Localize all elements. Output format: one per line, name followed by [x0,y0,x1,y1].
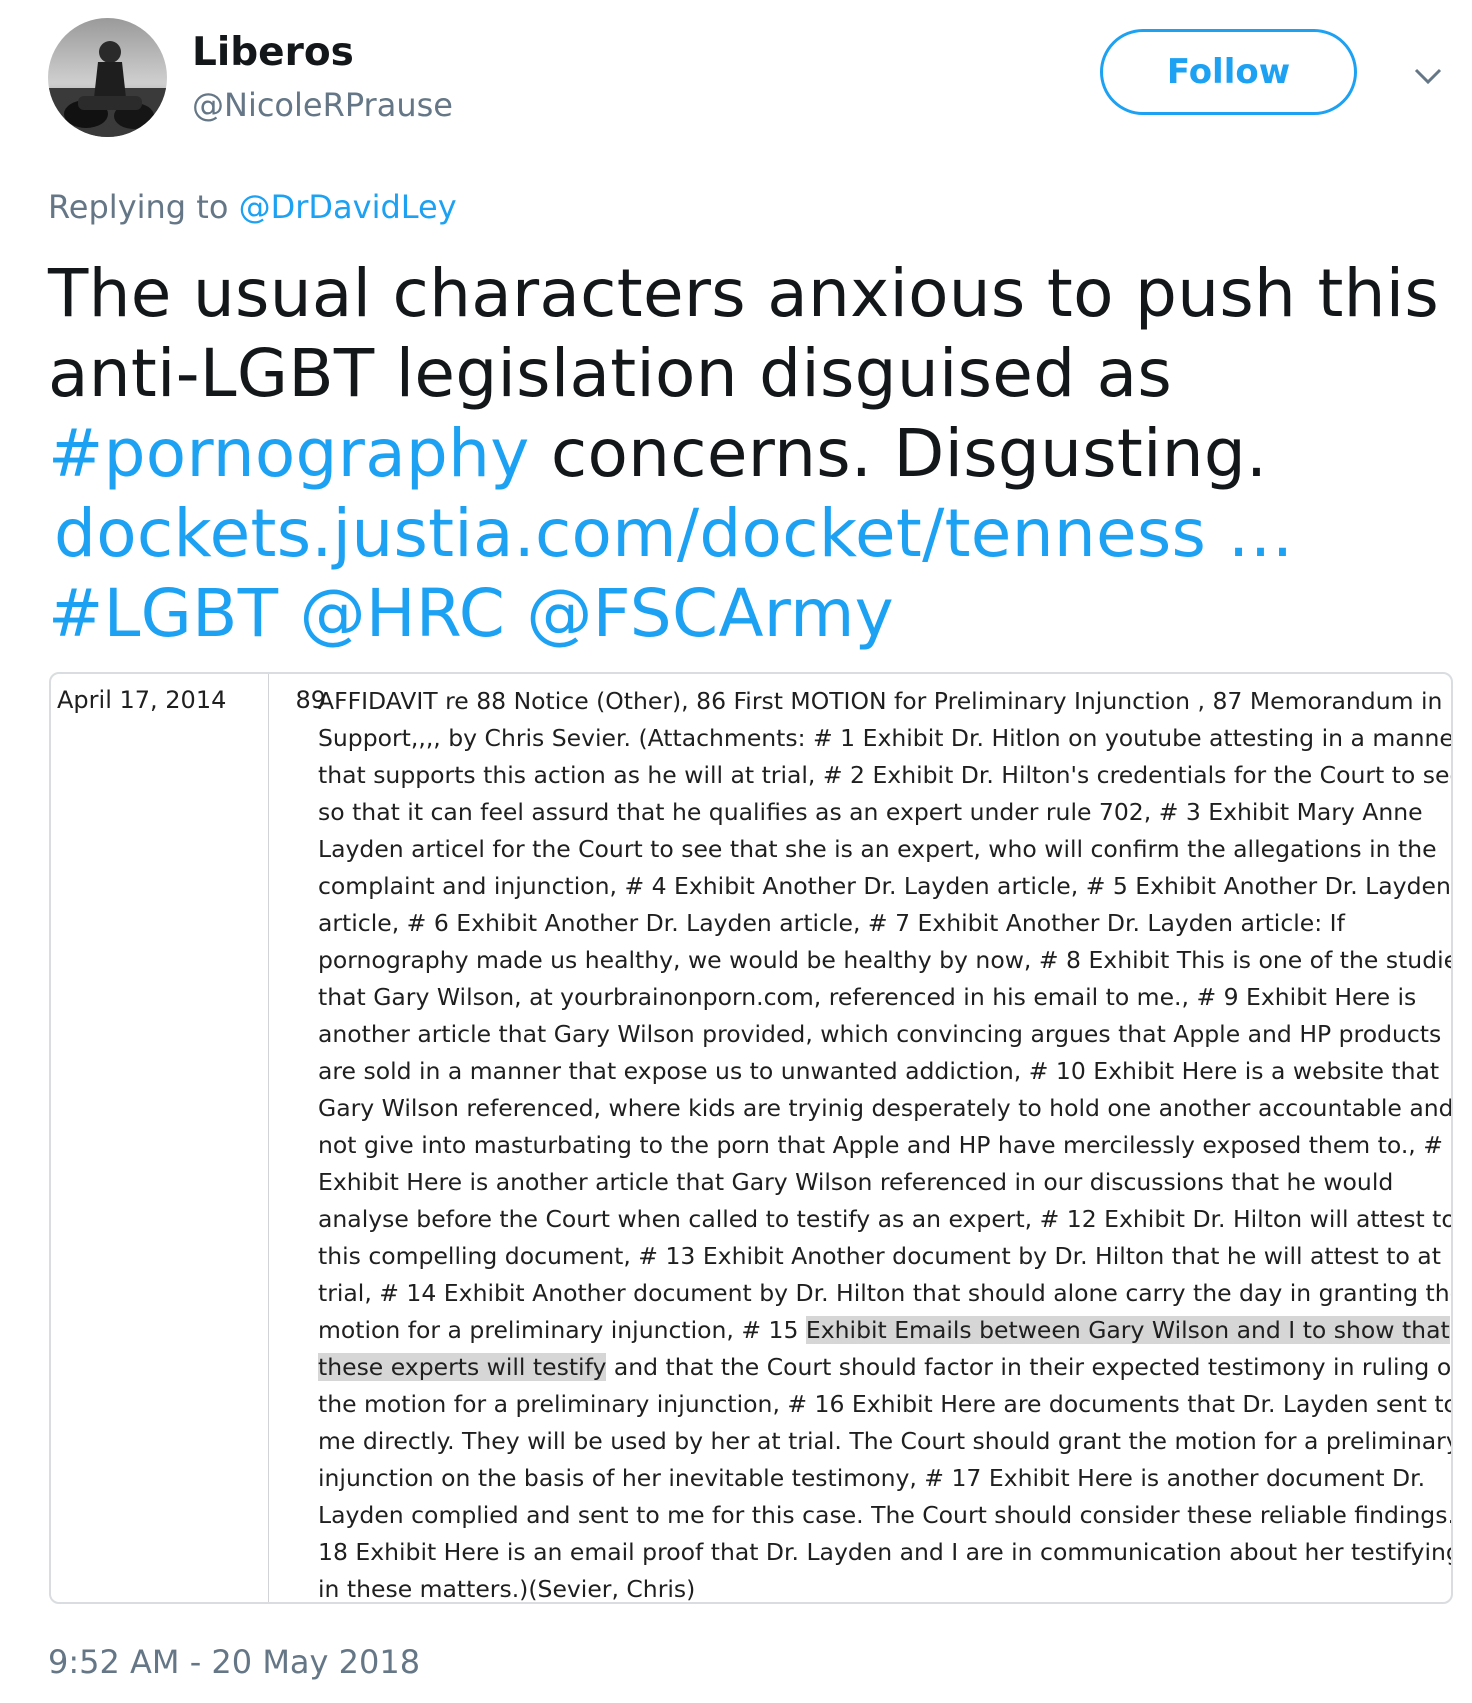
docket-date: April 17, 2014 [51,674,269,1602]
docket-line: injunction on the basis of her inevitabl… [318,1464,1426,1492]
docket-line: analyse before the Court when called to … [318,1205,1453,1233]
avatar[interactable] [48,18,167,137]
mention-fscarmy-link[interactable]: @FSCArmy [526,575,894,652]
reply-mention-link[interactable]: @DrDavidLey [239,188,457,226]
tweet-line-4: dockets.justia.com/docket/tenness … [48,494,1448,574]
display-name[interactable]: Liberos [192,30,354,75]
highlighted-text: Exhibit Emails between Gary Wilson and I… [805,1316,1450,1344]
docket-line: another article that Gary Wilson provide… [318,1020,1442,1048]
docket-line: Layden complied and sent to me for this … [318,1501,1453,1529]
docket-line: trial, # 14 Exhibit Another document by … [318,1279,1453,1307]
tweet-line-5: #LGBT @HRC @FSCArmy [48,574,1448,654]
docket-line: are sold in a manner that expose us to u… [318,1057,1440,1085]
tweet-line-3-text: concerns. Disgusting. [529,415,1268,492]
docket-line: me directly. They will be used by her at… [318,1427,1453,1455]
docket-line: motion for a preliminary injunction, # 1… [318,1312,1450,1349]
docket-line: in these matters.)(Sevier, Chris) [318,1575,696,1603]
tweet-line-2: anti-LGBT legislation disguised as [48,335,1173,412]
docket-entry-text: AFFIDAVIT re 88 Notice (Other), 86 First… [318,683,1453,1603]
highlighted-text: these experts will testify [318,1353,607,1381]
docket-line: these experts will testify and that the … [318,1349,1453,1386]
docket-line: pornography made us healthy, we would be… [318,946,1453,974]
hashtag-lgbt-link[interactable]: #LGBT [48,575,278,652]
user-handle[interactable]: @NicoleRPrause [192,86,453,124]
docket-line: Exhibit Here is another article that Gar… [318,1168,1394,1196]
docket-line: complaint and injunction, # 4 Exhibit An… [318,872,1451,900]
tweet-line-3: #pornography concerns. Disgusting. [48,414,1448,494]
docket-line: that Gary Wilson, at yourbrainonporn.com… [318,983,1417,1011]
docket-line: that supports this action as he will at … [318,761,1453,789]
docket-line: AFFIDAVIT re 88 Notice (Other), 86 First… [318,687,1443,715]
docket-line: not give into masturbating to the porn t… [318,1131,1453,1159]
tweet-text: The usual characters anxious to push thi… [48,254,1448,654]
docket-url-link[interactable]: dockets.justia.com/docket/tenness … [54,495,1294,572]
docket-line: the motion for a preliminary injunction,… [318,1390,1453,1418]
docket-line: Gary Wilson referenced, where kids are t… [318,1094,1453,1122]
docket-line: Support,,,, by Chris Sevier. (Attachment… [318,724,1453,752]
docket-line-text: and that the Court should factor in thei… [606,1353,1453,1381]
tweet-timestamp[interactable]: 9:52 AM - 20 May 2018 [48,1643,420,1681]
docket-line: so that it can feel assurd that he quali… [318,798,1423,826]
hashtag-pornography-link[interactable]: #pornography [48,415,530,492]
follow-button[interactable]: Follow [1100,29,1357,115]
replying-to: Replying to @DrDavidLey [48,188,457,226]
docket-screenshot-image[interactable]: April 17, 2014 89 AFFIDAVIT re 88 Notice… [49,672,1453,1604]
chevron-down-icon[interactable] [1408,62,1448,92]
docket-line: article, # 6 Exhibit Another Dr. Layden … [318,909,1345,937]
docket-line: Layden articel for the Court to see that… [318,835,1437,863]
mention-hrc-link[interactable]: @HRC [300,575,505,652]
docket-line: this compelling document, # 13 Exhibit A… [318,1242,1441,1270]
docket-line-text: motion for a preliminary injunction, # 1… [318,1316,806,1344]
docket-line: 18 Exhibit Here is an email proof that D… [318,1538,1453,1566]
tweet-line-1: The usual characters anxious to push thi… [48,255,1440,332]
replying-to-label: Replying to [48,188,229,226]
